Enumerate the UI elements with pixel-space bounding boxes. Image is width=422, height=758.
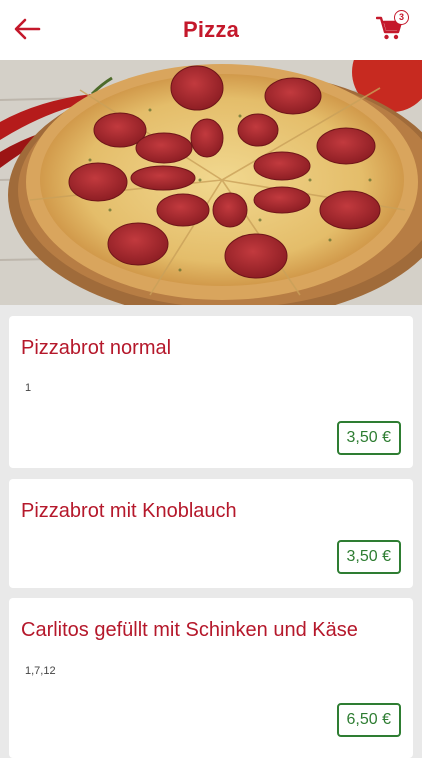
product-name: Pizzabrot mit Knoblauch [21, 500, 237, 522]
product-price-button[interactable]: 3,50 € [336, 540, 401, 574]
category-hero-image [0, 60, 422, 305]
back-button[interactable] [12, 14, 42, 44]
product-allergens: 1,7,12 [25, 665, 56, 677]
product-allergens: 1 [25, 382, 32, 394]
product-name: Pizzabrot normal [21, 337, 172, 359]
product-price-button[interactable]: 3,50 € [336, 421, 401, 455]
pepperoni-pizza-photo [0, 60, 422, 305]
product-name: Carlitos gefüllt mit Schinken und Käse [21, 619, 358, 641]
cart-count-badge: 3 [394, 10, 409, 25]
arrow-left-icon [14, 18, 41, 40]
product-price-button[interactable]: 6,50 € [336, 703, 401, 737]
app-header: Pizza 3 [0, 0, 422, 60]
page-title: Pizza [182, 17, 240, 42]
product-card[interactable]: Carlitos gefüllt mit Schinken und Käse 1… [9, 598, 413, 758]
cart-button[interactable]: 3 [375, 10, 409, 44]
product-card[interactable]: Pizzabrot mit Knoblauch 3,50 € [9, 479, 413, 588]
product-card[interactable]: Pizzabrot normal 1 3,50 € [9, 316, 413, 468]
